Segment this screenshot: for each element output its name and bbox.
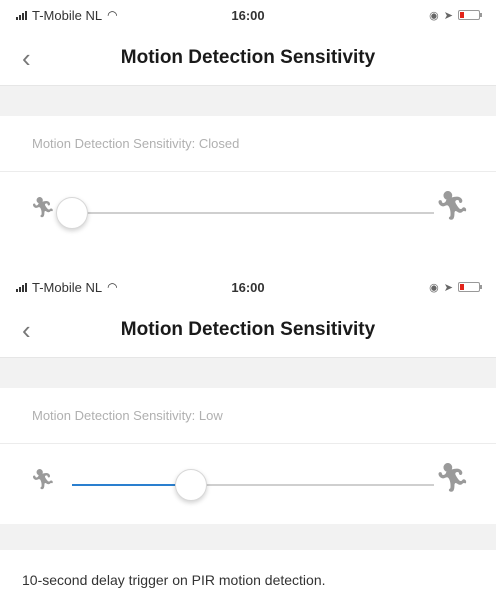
wifi-icon: ◠ bbox=[107, 280, 118, 294]
lock-rotation-icon: ◉ bbox=[429, 281, 439, 294]
back-chevron-icon[interactable]: ‹ bbox=[22, 45, 31, 71]
screen-closed: T-Mobile NL ◠ 16:00 ◉ ➤ ‹ Motion Detecti… bbox=[0, 0, 496, 272]
screen-low: T-Mobile NL ◠ 16:00 ◉ ➤ ‹ Motion Detecti… bbox=[0, 272, 496, 588]
sensitivity-status-label: Motion Detection Sensitivity: Closed bbox=[0, 116, 496, 172]
location-icon: ➤ bbox=[443, 9, 453, 22]
page-title: Motion Detection Sensitivity bbox=[120, 46, 376, 68]
lock-rotation-icon: ◉ bbox=[429, 9, 439, 22]
status-bar: T-Mobile NL ◠ 16:00 ◉ ➤ bbox=[0, 272, 496, 302]
battery-icon bbox=[458, 10, 482, 20]
status-bar: T-Mobile NL ◠ 16:00 ◉ ➤ bbox=[0, 0, 496, 30]
page-title: Motion Detection Sensitivity bbox=[120, 318, 376, 340]
runner-large-icon: 🏃︎ bbox=[434, 462, 470, 493]
sensitivity-slider-row: 🏃︎ 🏃︎ bbox=[0, 172, 496, 252]
sensitivity-slider-track[interactable] bbox=[56, 197, 434, 229]
runner-small-icon: 🏃︎ bbox=[30, 197, 56, 219]
back-chevron-icon[interactable]: ‹ bbox=[22, 317, 31, 343]
location-icon: ➤ bbox=[443, 281, 453, 294]
signal-icon bbox=[16, 282, 27, 292]
sensitivity-slider-thumb[interactable] bbox=[175, 469, 208, 501]
section-spacer bbox=[0, 358, 496, 388]
sensitivity-status-label: Motion Detection Sensitivity: Low bbox=[0, 388, 496, 444]
section-spacer bbox=[0, 86, 496, 116]
battery-icon bbox=[458, 282, 482, 292]
sensitivity-slider-row: 🏃︎ 🏃︎ bbox=[0, 444, 496, 524]
sensitivity-slider-track[interactable] bbox=[72, 469, 434, 501]
nav-bar: ‹ Motion Detection Sensitivity bbox=[0, 30, 496, 86]
runner-large-icon: 🏃︎ bbox=[434, 190, 470, 221]
wifi-icon: ◠ bbox=[107, 8, 118, 22]
carrier-name: T-Mobile NL bbox=[32, 7, 103, 23]
runner-small-icon: 🏃︎ bbox=[30, 469, 56, 491]
carrier-name: T-Mobile NL bbox=[32, 279, 103, 295]
section-spacer bbox=[0, 524, 496, 550]
sensitivity-description: 10-second delay trigger on PIR motion de… bbox=[22, 572, 326, 588]
sensitivity-slider-thumb[interactable] bbox=[56, 197, 88, 229]
nav-bar: ‹ Motion Detection Sensitivity bbox=[0, 302, 496, 358]
slider-fill bbox=[72, 484, 192, 486]
signal-icon bbox=[16, 10, 27, 20]
